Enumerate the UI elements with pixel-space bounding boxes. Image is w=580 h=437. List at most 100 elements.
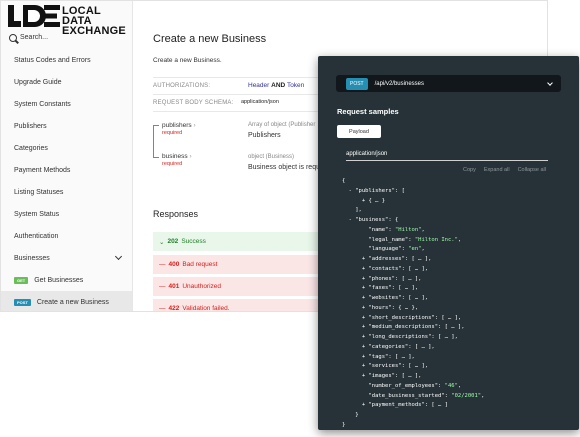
sidebar-item-label: System Constants xyxy=(14,100,71,108)
request-samples-panel: POST /api/v2/businesses Request samples … xyxy=(318,56,579,430)
code-line: + "images": [ … ], xyxy=(342,373,422,379)
sidebar-item-label: Get Businesses xyxy=(34,276,84,284)
code-line: } xyxy=(342,412,359,418)
tree-line xyxy=(153,125,159,126)
code-line: ], xyxy=(342,207,362,214)
sidebar-item-label: Publishers xyxy=(14,122,47,130)
logo-line-1: LOCAL DATA xyxy=(62,5,101,27)
code-line: "language": "en", xyxy=(342,246,425,253)
response-label: Bad request xyxy=(182,261,218,268)
authorizations-value: Header AND Token xyxy=(248,82,304,89)
code-actions: Copy Expand all Collapse all xyxy=(463,167,546,173)
authorizations-label: AUTHORIZATIONS: xyxy=(153,83,211,89)
param-description: Business object is requ xyxy=(248,164,320,171)
sidebar: LOCAL DATA EXCHANGE Search... Status Cod… xyxy=(1,1,133,311)
required-label: required xyxy=(162,130,183,136)
sidebar-item-label: Status Codes and Errors xyxy=(14,56,91,64)
collapse-all-button[interactable]: Collapse all xyxy=(518,167,546,173)
code-line: "name": "Hilton", xyxy=(342,226,425,233)
code-line: "number_of_employees": "46", xyxy=(342,382,462,389)
divider xyxy=(346,160,548,161)
code-line: + "websites": [ … ], xyxy=(342,295,429,301)
code-line: + "short_descriptions": [ … ], xyxy=(342,314,462,321)
logo[interactable]: LOCAL DATA EXCHANGE xyxy=(8,5,132,37)
sidebar-item-label: Businesses xyxy=(14,254,50,262)
param-business[interactable]: business › xyxy=(162,153,192,160)
auth-token-link[interactable]: Token xyxy=(287,82,304,89)
auth-header-link[interactable]: Header xyxy=(248,82,269,89)
search-input[interactable]: Search... xyxy=(9,30,127,45)
code-line: + "phones": [ … ], xyxy=(342,275,422,282)
sidebar-item-businesses[interactable]: Businesses xyxy=(1,247,132,269)
required-label: required xyxy=(162,161,183,167)
code-line: + "hours": { … }, xyxy=(342,304,419,311)
response-code: 422 xyxy=(168,305,180,312)
param-name: business xyxy=(162,153,188,160)
param-publishers[interactable]: publishers › xyxy=(162,122,196,129)
sidebar-item-authentication[interactable]: Authentication xyxy=(1,225,132,247)
response-code: 401 xyxy=(168,283,180,290)
code-line: + "payment_methods": [ … ] xyxy=(342,402,448,409)
param-type: Array of object (Publisher xyxy=(248,122,316,128)
post-badge: POST xyxy=(14,298,31,306)
code-line: + "services": [ … ], xyxy=(342,363,429,370)
code-line: + "contacts": [ … ], xyxy=(342,265,429,272)
content-type-label: application/json xyxy=(346,151,388,157)
sidebar-item-system-status[interactable]: System Status xyxy=(1,203,132,225)
sidebar-item-payment-methods[interactable]: Payment Methods xyxy=(1,159,132,181)
code-line: + "tags": [ … ], xyxy=(342,353,415,360)
chevron-right-icon: › xyxy=(193,122,196,129)
code-line: { xyxy=(342,178,346,184)
code-line: + "medium_descriptions": [ … ], xyxy=(342,324,465,331)
sidebar-nav: Status Codes and Errors Upgrade Guide Sy… xyxy=(1,49,132,311)
tree-line xyxy=(153,125,154,157)
payload-tab[interactable]: Payload xyxy=(337,125,381,138)
auth-and: AND xyxy=(271,82,286,89)
sidebar-item-label: Listing Statuses xyxy=(14,188,64,196)
code-line: "date_business_started": "02/2001", xyxy=(342,392,485,399)
sidebar-item-get-businesses[interactable]: GET Get Businesses xyxy=(1,269,132,291)
param-type: object (Business) xyxy=(248,154,295,160)
search-icon xyxy=(9,33,17,42)
schema-value: application/json xyxy=(241,99,279,105)
code-line: "legal_name": "Hilton Inc.", xyxy=(342,236,462,243)
sidebar-item-system-constants[interactable]: System Constants xyxy=(1,93,132,115)
sidebar-item-label: Create a new Business xyxy=(36,298,109,306)
json-code-block: { - "publishers": [ + { … } ], - "busine… xyxy=(342,177,484,430)
sidebar-item-create-business[interactable]: POST Create a new Business xyxy=(1,291,132,311)
sidebar-item-upgrade-guide[interactable]: Upgrade Guide xyxy=(1,71,132,93)
chevron-down-icon xyxy=(547,80,553,86)
expand-all-button[interactable]: Expand all xyxy=(484,167,510,173)
chevron-right-icon: › xyxy=(189,153,192,160)
response-code: 202 xyxy=(167,238,179,245)
post-badge: POST xyxy=(346,77,368,90)
sidebar-item-label: Categories xyxy=(14,144,48,152)
sidebar-item-label: Authentication xyxy=(14,232,59,240)
collapse-icon: — xyxy=(159,305,166,312)
search-placeholder: Search... xyxy=(20,34,49,41)
sidebar-item-publishers[interactable]: Publishers xyxy=(1,115,132,137)
sidebar-item-listing-statuses[interactable]: Listing Statuses xyxy=(1,181,132,203)
sidebar-item-label: Payment Methods xyxy=(14,166,71,174)
endpoint-bar[interactable]: POST /api/v2/businesses xyxy=(336,75,561,92)
param-name: publishers xyxy=(162,122,192,129)
param-description: Publishers xyxy=(248,132,281,139)
code-line: - "business": { xyxy=(342,217,399,223)
endpoint-path: /api/v2/businesses xyxy=(374,80,424,87)
sidebar-item-label: Upgrade Guide xyxy=(14,78,62,86)
get-badge: GET xyxy=(14,276,29,284)
response-label: Validation failed. xyxy=(182,305,230,312)
code-line: - "publishers": [ xyxy=(342,187,405,194)
copy-button[interactable]: Copy xyxy=(463,167,476,173)
sidebar-item-status-codes[interactable]: Status Codes and Errors xyxy=(1,49,132,71)
sidebar-item-categories[interactable]: Categories xyxy=(1,137,132,159)
code-line: + "faxes": [ … ], xyxy=(342,285,419,292)
code-line: + "long_descriptions": [ … ], xyxy=(342,334,458,340)
chevron-down-icon: ⌄ xyxy=(159,238,165,246)
tree-line xyxy=(153,157,159,158)
lde-logo-icon xyxy=(8,5,60,27)
page-title: Create a new Business xyxy=(153,33,267,45)
collapse-icon: — xyxy=(159,261,166,268)
collapse-icon: — xyxy=(159,283,166,290)
chevron-down-icon xyxy=(114,252,123,261)
